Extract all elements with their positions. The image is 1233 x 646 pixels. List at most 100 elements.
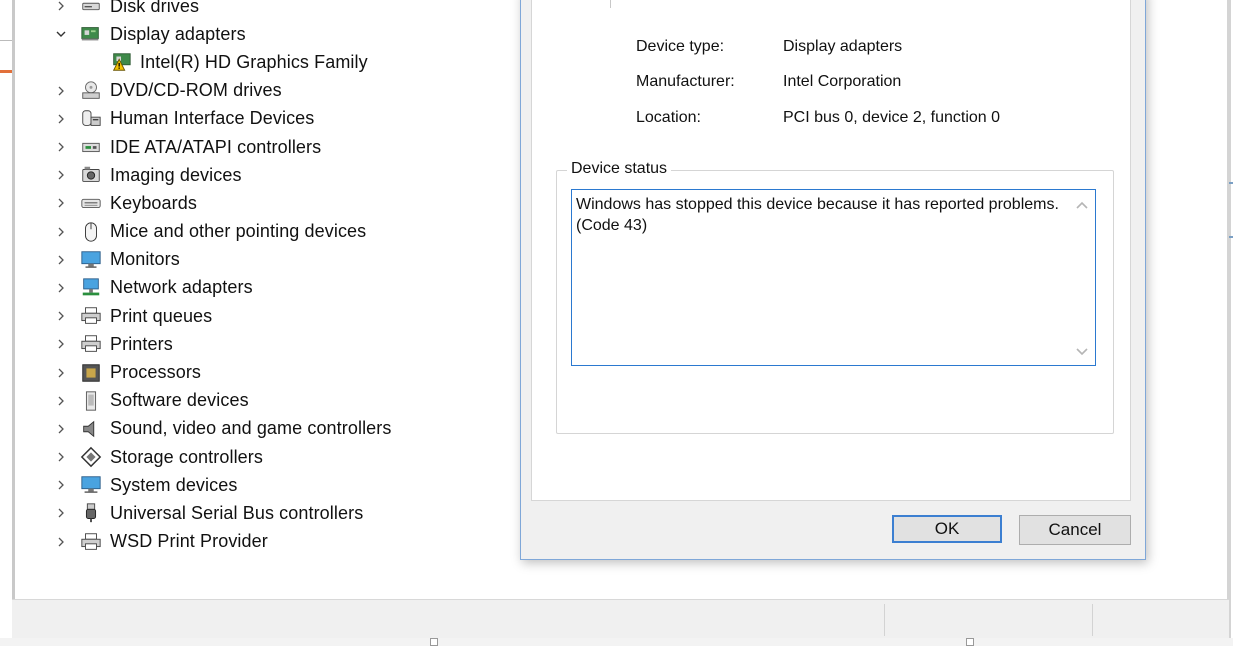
tree-item-label: Human Interface Devices — [110, 108, 315, 129]
chevron-right-icon[interactable] — [50, 108, 72, 130]
chevron-right-icon[interactable] — [50, 192, 72, 214]
tree-category-item[interactable]: Processors — [48, 358, 508, 386]
tree-item-label: Sound, video and game controllers — [110, 418, 392, 439]
chevron-right-icon[interactable] — [50, 136, 72, 158]
tree-category-item[interactable]: Printers — [48, 330, 508, 358]
tree-item-label: WSD Print Provider — [110, 531, 268, 552]
device-status-text: Windows has stopped this device because … — [576, 196, 1059, 234]
chevron-right-icon[interactable] — [50, 502, 72, 524]
tree-item-label: Software devices — [110, 390, 249, 411]
network-icon — [78, 276, 104, 300]
tree-item-label: Universal Serial Bus controllers — [110, 502, 364, 523]
tree-category-item[interactable]: Software devices — [48, 387, 508, 415]
general-tab-panel: Device type: Display adapters Manufactur… — [531, 0, 1131, 501]
camera-icon — [78, 163, 104, 187]
tree-item-label: Storage controllers — [110, 446, 263, 467]
cancel-button[interactable]: Cancel — [1019, 515, 1131, 545]
chevron-right-icon[interactable] — [50, 362, 72, 384]
chevron-right-icon[interactable] — [50, 305, 72, 327]
printer-icon — [78, 304, 104, 328]
device-status-group: Device status Windows has stopped this d… — [556, 160, 1114, 434]
chevron-down-icon[interactable] — [50, 23, 72, 45]
tab-edge — [610, 0, 611, 8]
status-bar-separator — [1092, 604, 1093, 636]
tree-category-item[interactable]: Print queues — [48, 302, 508, 330]
window-edge-mark — [0, 40, 12, 41]
tree-item-label: Display adapters — [110, 23, 246, 44]
tree-item-label: Print queues — [110, 305, 213, 326]
chevron-right-icon[interactable] — [50, 164, 72, 186]
tree-item-label: System devices — [110, 474, 238, 495]
tree-category-item[interactable]: IDE ATA/ATAPI controllers — [48, 133, 508, 161]
tree-item-label: Disk drives — [110, 0, 200, 16]
window-right-border — [1227, 0, 1231, 640]
tree-category-item[interactable]: Monitors — [48, 246, 508, 274]
chevron-right-icon[interactable] — [50, 221, 72, 243]
tree-pane-border — [12, 0, 15, 600]
hid-icon — [78, 107, 104, 131]
tree-category-item[interactable]: Network adapters — [48, 274, 508, 302]
chevron-right-icon[interactable] — [50, 277, 72, 299]
tree-item-label: Processors — [110, 362, 202, 383]
disk-drive-icon — [78, 0, 104, 18]
speaker-icon — [78, 417, 104, 441]
tree-item-label: Imaging devices — [110, 164, 242, 185]
storage-controller-icon — [78, 445, 104, 469]
device-tree: Disk drives Display adapters Intel(R) HD G… — [48, 0, 508, 556]
tree-category-item[interactable]: Imaging devices — [48, 161, 508, 189]
window-right-tick — [1229, 182, 1233, 184]
tree-item-label: Keyboards — [110, 192, 197, 213]
device-status-title: Device status — [567, 160, 672, 178]
chevron-right-icon[interactable] — [50, 80, 72, 102]
scroll-up-icon[interactable] — [1075, 198, 1089, 212]
warning-adapter-icon — [108, 50, 134, 74]
tree-item-label: Mice and other pointing devices — [110, 221, 367, 242]
tree-item-label: Monitors — [110, 249, 180, 270]
printer-icon — [78, 332, 104, 356]
display-adapter-icon — [78, 22, 104, 46]
tree-category-item[interactable]: DVD/CD-ROM drives — [48, 77, 508, 105]
chevron-right-icon[interactable] — [50, 446, 72, 468]
chevron-right-icon[interactable] — [50, 418, 72, 440]
tree-category-item[interactable]: Display adapters — [48, 20, 508, 48]
tree-category-item[interactable]: Universal Serial Bus controllers — [48, 499, 508, 527]
tree-item-label: Printers — [110, 333, 173, 354]
tree-category-item[interactable]: Sound, video and game controllers — [48, 415, 508, 443]
manufacturer-value: Intel Corporation — [783, 73, 902, 90]
tree-item-label: Intel(R) HD Graphics Family — [140, 51, 368, 72]
tree-item-label: IDE ATA/ATAPI controllers — [110, 136, 322, 157]
device-type-value: Display adapters — [783, 38, 903, 55]
tree-category-item[interactable]: Disk drives — [48, 0, 508, 20]
tree-item-label: DVD/CD-ROM drives — [110, 80, 282, 101]
device-status-textbox[interactable]: Windows has stopped this device because … — [571, 189, 1096, 366]
chevron-right-icon[interactable] — [50, 531, 72, 553]
chevron-right-icon[interactable] — [50, 249, 72, 271]
ok-button[interactable]: OK — [892, 515, 1002, 543]
tree-item-label: Network adapters — [110, 277, 253, 298]
resize-handle[interactable] — [430, 638, 438, 646]
system-device-icon — [78, 473, 104, 497]
chevron-right-icon[interactable] — [50, 390, 72, 412]
scroll-down-icon[interactable] — [1075, 345, 1089, 359]
window-bottom-edge — [0, 638, 1233, 646]
mouse-icon — [78, 220, 104, 244]
tree-category-item[interactable]: Storage controllers — [48, 443, 508, 471]
usb-icon — [78, 501, 104, 525]
tree-child-item[interactable]: Intel(R) HD Graphics Family — [48, 48, 508, 76]
tree-category-item[interactable]: Mice and other pointing devices — [48, 218, 508, 246]
tree-category-item[interactable]: Human Interface Devices — [48, 105, 508, 133]
tree-category-item[interactable]: WSD Print Provider — [48, 528, 508, 556]
window-right-tick — [1229, 236, 1233, 238]
monitor-icon — [78, 248, 104, 272]
window-edge-accent — [0, 70, 12, 73]
chevron-right-icon[interactable] — [50, 474, 72, 496]
manufacturer-label: Manufacturer: — [636, 73, 735, 90]
software-device-icon — [78, 389, 104, 413]
tree-category-item[interactable]: Keyboards — [48, 189, 508, 217]
resize-handle[interactable] — [966, 638, 974, 646]
tree-category-item[interactable]: System devices — [48, 471, 508, 499]
chevron-right-icon[interactable] — [50, 0, 72, 17]
chevron-right-icon[interactable] — [50, 333, 72, 355]
dvd-drive-icon — [78, 79, 104, 103]
printer-icon — [78, 530, 104, 554]
